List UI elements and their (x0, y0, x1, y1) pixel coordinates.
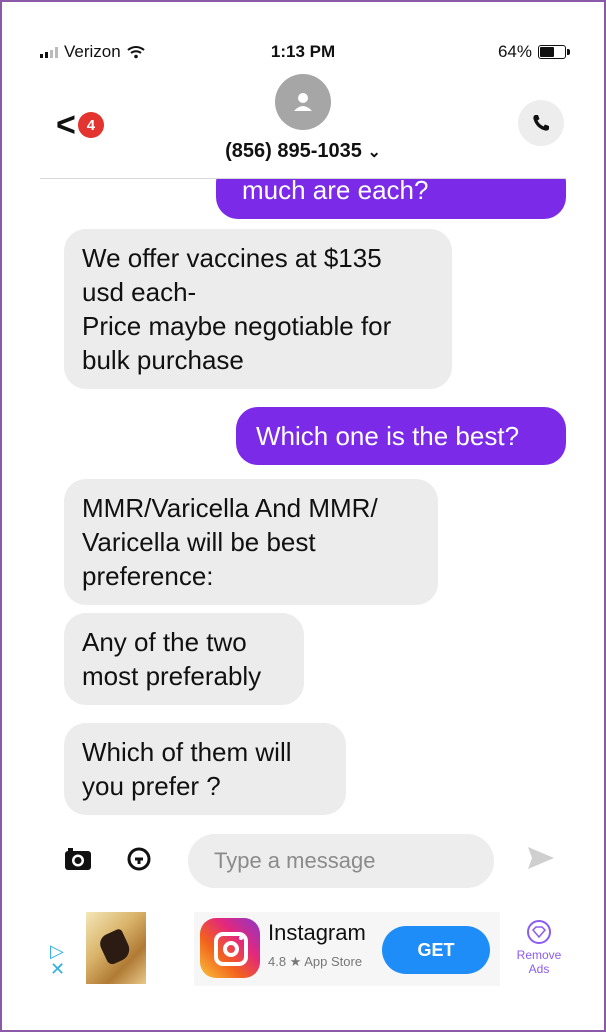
remove-ads-button[interactable]: Remove Ads (516, 920, 562, 976)
phone-icon (533, 115, 549, 131)
ad-banner: ▷ ✕ Instagram 4.8 ★ App Store GET Remove… (40, 904, 566, 990)
contact-number: (856) 895-1035 (225, 140, 362, 162)
battery-percent: 64% (497, 42, 532, 61)
camera-icon (65, 848, 91, 870)
unread-badge: 4 (77, 112, 104, 138)
instagram-icon (200, 918, 260, 978)
message-bubble-incoming: MMR/Varicella And MMR/ Varicella will be… (64, 479, 438, 605)
message-bubble-incoming: Which of them will you prefer ? (64, 723, 346, 815)
back-chevron-icon: < (56, 106, 76, 144)
message-bubble-incoming: We offer vaccines at $135 usd each- Pric… (64, 229, 452, 389)
call-button[interactable] (518, 100, 564, 146)
ad-card[interactable]: Instagram 4.8 ★ App Store GET (194, 912, 500, 986)
ad-rating: 4.8 ★ App Store (268, 954, 363, 969)
gem-icon (527, 920, 551, 944)
get-button[interactable]: GET (382, 926, 490, 974)
message-composer (40, 834, 566, 890)
battery-icon (538, 45, 570, 59)
ad-thumbnail[interactable] (86, 912, 146, 984)
camera-button[interactable] (64, 846, 92, 877)
gif-icon (127, 847, 151, 871)
remove-ads-label: Remove Ads (516, 948, 562, 976)
battery-group: 64% (497, 42, 570, 62)
message-bubble-outgoing: Which one is the best? (236, 407, 566, 465)
message-input[interactable] (188, 834, 494, 888)
message-bubble-outgoing: much are each? (216, 179, 566, 219)
conversation-header: < 4 (856) 895-1035 ⌄ (40, 68, 566, 178)
chevron-down-icon: ⌄ (367, 144, 381, 161)
message-list: much are each? We offer vaccines at $135… (40, 179, 566, 829)
avatar-icon[interactable] (275, 74, 331, 130)
send-button[interactable] (526, 844, 556, 877)
adchoices-play-icon: ▷ (50, 941, 64, 961)
back-button[interactable]: < 4 (56, 108, 104, 142)
clock: 1:13 PM (270, 42, 336, 61)
gif-button[interactable] (126, 846, 152, 877)
ad-app-name: Instagram (268, 920, 366, 945)
send-icon (528, 847, 554, 869)
contact-name-button[interactable]: (856) 895-1035 ⌄ (40, 140, 566, 163)
status-bar: Verizon 1:13 PM 64% (40, 38, 570, 68)
close-icon: ✕ (50, 959, 66, 979)
battery-fill (540, 47, 554, 57)
message-bubble-incoming: Any of the two most preferably (64, 613, 304, 705)
adchoices-icon[interactable]: ▷ ✕ (50, 941, 66, 979)
